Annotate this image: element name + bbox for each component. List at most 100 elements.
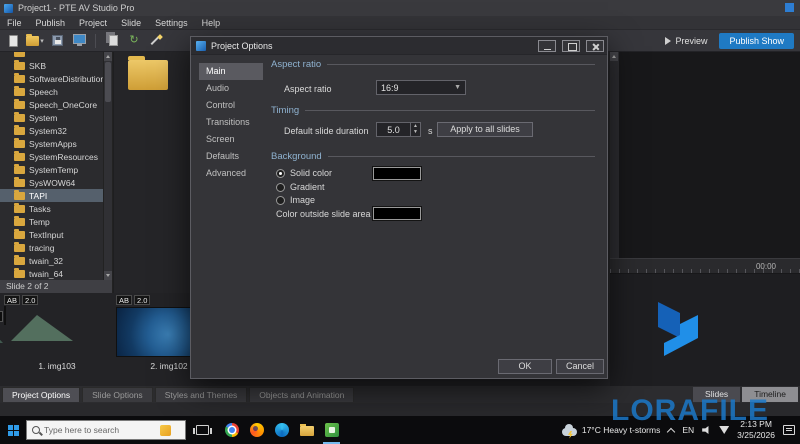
aspect-ratio-dropdown[interactable]: 16:9 ▼ (376, 80, 466, 95)
system-tray: 17°C Heavy t-storms EN 2:13 PM 3/25/2026 (561, 416, 800, 444)
slide-status: Slide 2 of 2 (0, 280, 113, 293)
apply-to-all-slides-button[interactable]: Apply to all slides (437, 122, 533, 137)
tab-objects-and-animation[interactable]: Objects and Animation (249, 387, 355, 402)
wizard-button[interactable] (147, 30, 165, 52)
copy-button[interactable] (103, 30, 121, 52)
close-button[interactable] (586, 40, 604, 52)
taskbar-app-explorer[interactable] (294, 416, 319, 444)
new-project-button[interactable] (4, 30, 22, 52)
timeline-ruler[interactable]: 00:00 (610, 258, 800, 274)
taskbar-weather[interactable]: 17°C Heavy t-storms (561, 423, 660, 436)
tab-styles-and-themes[interactable]: Styles and Themes (154, 387, 248, 402)
taskbar-app-chrome[interactable] (219, 416, 244, 444)
solid-color-swatch[interactable] (373, 167, 421, 180)
app-green-icon (324, 423, 339, 437)
tree-item[interactable]: SystemTemp (0, 163, 112, 176)
tab-slides[interactable]: Slides (693, 387, 741, 402)
scrollbar-thumb[interactable] (105, 62, 111, 102)
tree-item[interactable]: TextInput (0, 228, 112, 241)
radio-image[interactable]: Image (276, 194, 315, 206)
tree-item[interactable]: Speech_OneCore (0, 98, 112, 111)
minimize-button[interactable] (538, 40, 556, 52)
spinner-arrows-icon[interactable]: ▲ ▼ (410, 123, 420, 136)
dialog-tab-advanced[interactable]: Advanced (199, 165, 263, 182)
dialog-tab-screen[interactable]: Screen (199, 131, 263, 148)
search-highlights-icon (160, 424, 171, 436)
tree-item[interactable]: SysWOW64 (0, 176, 112, 189)
save-icon (51, 35, 63, 46)
tree-item[interactable]: twain_64 (0, 267, 112, 280)
network-icon[interactable] (719, 426, 730, 434)
folder-tree: SKB SoftwareDistribution Speech Speech_O… (0, 52, 113, 280)
menu-item-slide[interactable]: Slide (114, 18, 148, 28)
menu-item-project[interactable]: Project (72, 18, 114, 28)
dialog-tab-main[interactable]: Main (199, 63, 263, 80)
taskbar-app-edge[interactable] (269, 416, 294, 444)
tab-project-options[interactable]: Project Options (2, 387, 81, 402)
publish-show-button[interactable]: Publish Show (719, 32, 794, 49)
windows-logo-icon (7, 424, 19, 436)
scroll-up-icon[interactable] (610, 52, 618, 61)
dialog-tab-defaults[interactable]: Defaults (199, 148, 263, 165)
tree-item[interactable]: Temp (0, 215, 112, 228)
tab-timeline[interactable]: Timeline (742, 387, 798, 402)
app-icon (4, 3, 13, 13)
display-settings-button[interactable] (70, 30, 88, 52)
folder-icon (14, 215, 25, 226)
taskbar-app-firefox[interactable] (244, 416, 269, 444)
tab-slide-options[interactable]: Slide Options (82, 387, 153, 402)
ab-badge: AB (116, 295, 133, 305)
tree-item[interactable]: System (0, 111, 112, 124)
tree-item[interactable]: SystemApps (0, 137, 112, 150)
preview-button[interactable]: Preview (657, 36, 715, 46)
outside-color-swatch[interactable] (373, 207, 421, 220)
tree-item[interactable] (0, 52, 112, 59)
save-button[interactable] (48, 30, 66, 52)
tree-item[interactable]: SKB (0, 59, 112, 72)
cancel-button[interactable]: Cancel (556, 359, 604, 374)
task-view-button[interactable] (193, 425, 212, 435)
language-indicator[interactable]: EN (682, 425, 694, 435)
tree-item[interactable]: Speech (0, 85, 112, 98)
radio-solid-color[interactable]: Solid color (276, 167, 332, 179)
dialog-tab-transitions[interactable]: Transitions (199, 114, 263, 131)
search-input[interactable] (44, 425, 156, 435)
dialog-title: Project Options (211, 40, 273, 51)
start-button[interactable] (0, 416, 26, 444)
duration-spinner[interactable]: 5.0 ▲ ▼ (376, 122, 421, 137)
taskbar-clock[interactable]: 2:13 PM 3/25/2026 (737, 419, 775, 441)
tree-item[interactable]: Tasks (0, 202, 112, 215)
speaker-icon[interactable] (702, 426, 709, 434)
slide-image[interactable]: 5.0 (0, 306, 6, 325)
taskbar-search[interactable] (26, 420, 186, 440)
open-project-button[interactable]: ▾ (26, 30, 44, 52)
refresh-button[interactable]: ↻ (125, 30, 143, 52)
dialog-tab-control[interactable]: Control (199, 97, 263, 114)
chevron-up-icon[interactable] (667, 427, 676, 436)
ok-button[interactable]: OK (498, 359, 552, 374)
tree-item[interactable]: twain_32 (0, 254, 112, 267)
tree-item-selected[interactable]: TAPI (0, 189, 112, 202)
title-bar: Project1 - PTE AV Studio Pro (0, 0, 800, 16)
menu-item-publish[interactable]: Publish (29, 18, 73, 28)
tree-item[interactable]: SystemResources (0, 150, 112, 163)
storm-cloud-icon (561, 423, 577, 436)
maximize-button[interactable] (562, 40, 580, 52)
scroll-down-icon[interactable] (104, 271, 112, 280)
scroll-up-icon[interactable] (104, 52, 112, 61)
folder-thumbnail-icon[interactable] (128, 56, 168, 90)
menu-item-file[interactable]: File (0, 18, 29, 28)
dialog-tab-audio[interactable]: Audio (199, 80, 263, 97)
file-pane-scrollbar[interactable] (610, 52, 619, 258)
tree-item[interactable]: System32 (0, 124, 112, 137)
tree-item[interactable]: tracing (0, 241, 112, 254)
slide-thumbnail[interactable]: AB 2.0 5.0 1. img103 (0, 295, 112, 383)
action-center-icon[interactable] (783, 425, 795, 435)
menu-item-settings[interactable]: Settings (148, 18, 195, 28)
taskbar-app-active[interactable] (319, 416, 344, 444)
radio-gradient[interactable]: Gradient (276, 181, 325, 193)
tree-item[interactable]: SoftwareDistribution (0, 72, 112, 85)
menu-item-help[interactable]: Help (195, 18, 228, 28)
tree-scrollbar[interactable] (103, 52, 112, 280)
color-outside-label: Color outside slide area (276, 209, 371, 219)
